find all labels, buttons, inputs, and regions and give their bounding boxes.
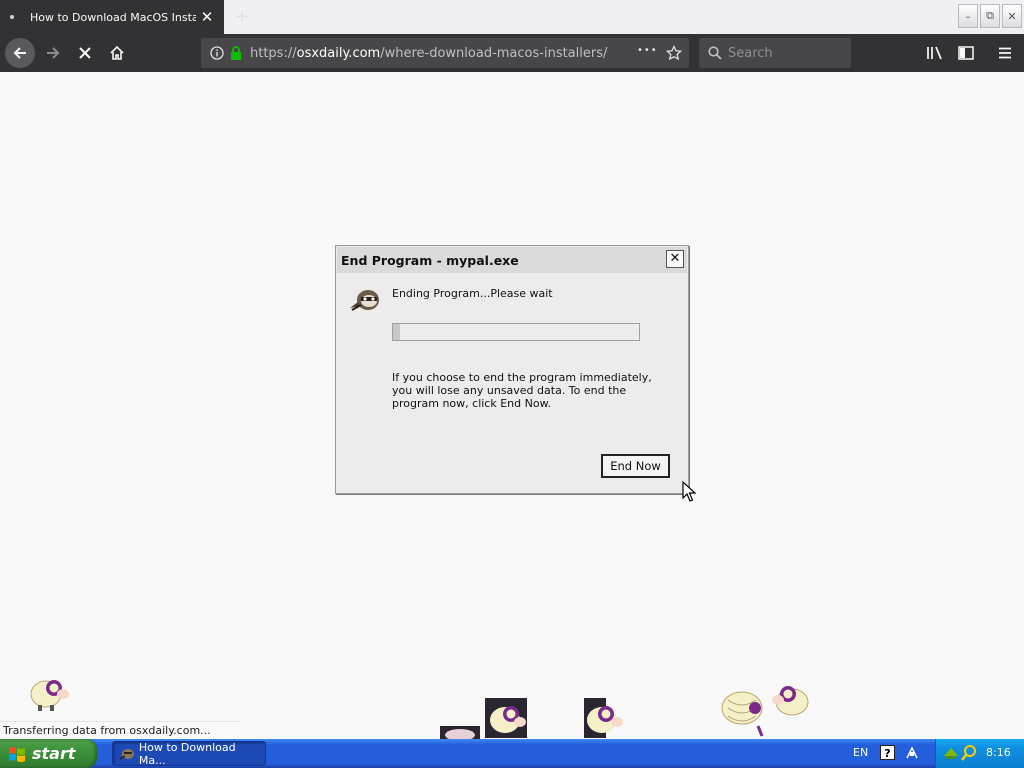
- library-icon: [927, 46, 942, 60]
- mouse-pointer-icon: [682, 481, 696, 502]
- menu-button[interactable]: [990, 38, 1020, 68]
- forward-button[interactable]: [38, 38, 68, 68]
- menu-icon: [999, 47, 1011, 59]
- home-button[interactable]: [102, 38, 132, 68]
- dialog-message: Ending Program...Please wait: [392, 287, 553, 300]
- clock: 8:16: [986, 746, 1011, 759]
- close-window-button[interactable]: ✕: [1002, 4, 1022, 28]
- start-label: start: [32, 744, 76, 763]
- star-icon[interactable]: [666, 45, 682, 61]
- end-now-button[interactable]: End Now: [601, 454, 670, 478]
- language-indicator[interactable]: EN: [853, 746, 868, 759]
- window-controls: – ⧉ ✕: [958, 4, 1022, 28]
- info-icon[interactable]: [210, 46, 224, 60]
- lock-icon[interactable]: [230, 46, 242, 60]
- dialog-title: End Program - mypal.exe: [337, 247, 687, 273]
- raccoon-app-icon: [119, 748, 134, 760]
- sheep-icon: [721, 691, 764, 737]
- raccoon-app-icon: [350, 290, 379, 311]
- sidebar-icon: [958, 46, 974, 60]
- end-program-dialog: End Program - mypal.exe ✕ Ending Program…: [335, 245, 689, 494]
- end-program-progress-bar: [392, 323, 640, 341]
- taskbar-item-browser[interactable]: How to Download Ma...: [112, 740, 266, 767]
- safely-remove-icon[interactable]: [942, 744, 960, 762]
- search-bar[interactable]: [699, 38, 851, 68]
- url-text[interactable]: https://osxdaily.com/where-download-maco…: [250, 46, 607, 61]
- tab-active[interactable]: How to Download MacOS Installers ✕: [0, 0, 224, 34]
- stop-button[interactable]: [70, 38, 100, 68]
- progress-fill: [393, 324, 401, 340]
- windows-flag-icon: [9, 746, 25, 762]
- home-icon: [110, 45, 124, 60]
- sheep-icon: [485, 698, 527, 738]
- url-scheme: https://: [250, 45, 297, 61]
- dialog-close-button[interactable]: ✕: [666, 250, 684, 268]
- sheep-icon: [30, 680, 69, 711]
- sheep-icon: [584, 698, 623, 738]
- taskbar: start How to Download Ma... EN ? 8:16: [0, 739, 1024, 768]
- search-input[interactable]: [728, 45, 838, 61]
- status-bar: Transferring data from osxdaily.com...: [0, 721, 241, 739]
- url-bar[interactable]: https://osxdaily.com/where-download-maco…: [201, 38, 689, 68]
- sheep-icon: [772, 686, 809, 716]
- back-arrow-icon: [13, 47, 26, 59]
- search-icon: [708, 46, 722, 60]
- tab-strip: How to Download MacOS Installers ✕ + – ⧉…: [0, 0, 1024, 34]
- minimize-button[interactable]: –: [958, 4, 978, 28]
- library-button[interactable]: [920, 38, 950, 68]
- dialog-warning-text: If you choose to end the program immedia…: [392, 371, 652, 410]
- taskbar-item-label: How to Download Ma...: [138, 740, 236, 767]
- start-button[interactable]: start: [0, 739, 97, 768]
- network-icon[interactable]: [903, 744, 921, 762]
- url-host: osxdaily.com: [296, 45, 381, 61]
- sidebar-button[interactable]: [951, 38, 981, 68]
- help-icon[interactable]: ?: [880, 745, 895, 760]
- search-icon[interactable]: [960, 744, 978, 762]
- url-path: /where-download-macos-installers/: [380, 45, 608, 61]
- page-actions-button[interactable]: •••: [637, 45, 658, 56]
- tab-close-icon[interactable]: ✕: [196, 6, 218, 28]
- sheep-icon: [440, 726, 480, 739]
- restore-button[interactable]: ⧉: [980, 4, 1000, 28]
- stop-icon: [79, 47, 91, 59]
- loading-dot-icon: [10, 15, 14, 19]
- forward-arrow-icon: [47, 47, 60, 59]
- navigation-toolbar: https://osxdaily.com/where-download-maco…: [0, 34, 1024, 72]
- back-button[interactable]: [5, 38, 35, 68]
- tab-title: How to Download MacOS Installers: [30, 10, 196, 24]
- new-tab-button[interactable]: +: [233, 8, 251, 26]
